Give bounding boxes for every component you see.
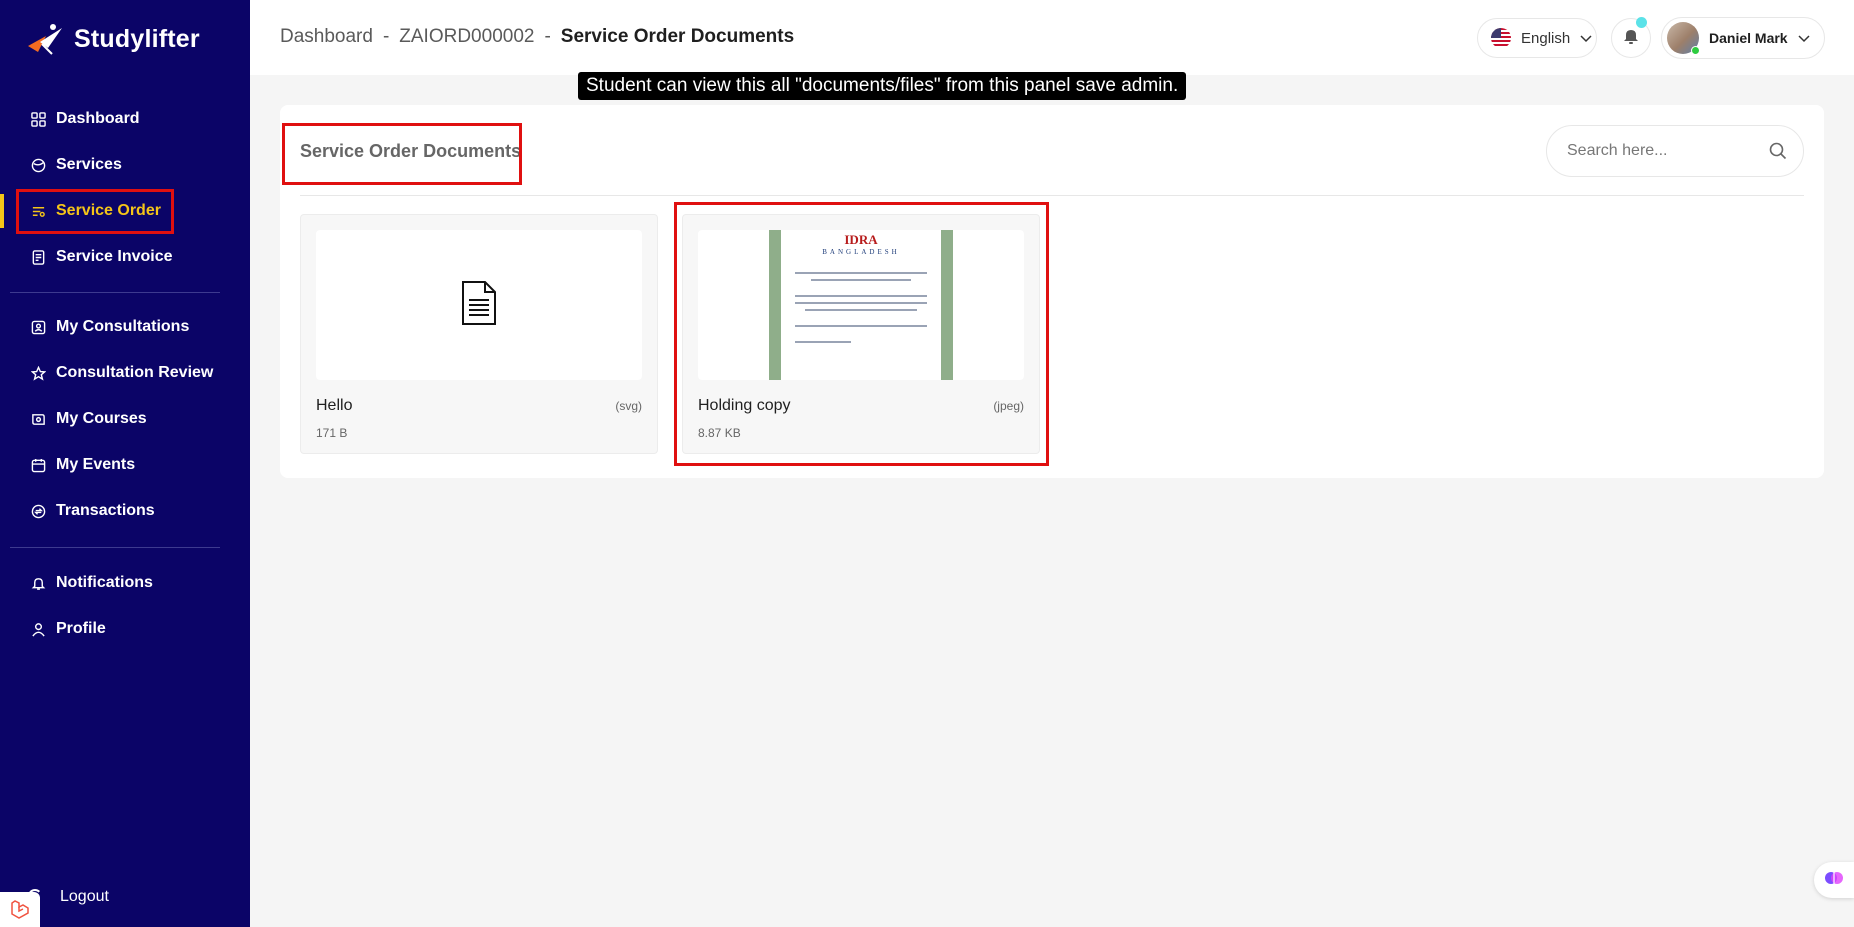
brand-logo-icon	[28, 24, 62, 55]
highlight-box-document	[674, 202, 1049, 466]
document-size: 171 B	[316, 426, 348, 440]
chevron-down-icon	[1798, 30, 1810, 46]
document-preview[interactable]	[316, 230, 642, 380]
breadcrumb-separator: -	[544, 26, 551, 47]
language-label: English	[1521, 29, 1571, 47]
annotation-tooltip: Student can view this all "documents/fil…	[578, 72, 1187, 100]
sidebar-item-my-consultations[interactable]: My Consultations	[0, 304, 250, 350]
course-icon	[30, 411, 46, 427]
breadcrumb-dashboard[interactable]: Dashboard	[280, 26, 373, 48]
nav-learning: My Consultations Consultation Review My …	[0, 304, 250, 534]
grid-icon	[30, 111, 46, 127]
sidebar: Studylifter Dashboard Services Service O…	[0, 0, 250, 927]
sidebar-item-label: My Courses	[56, 410, 147, 427]
chevron-down-icon	[1580, 30, 1592, 47]
search-icon[interactable]	[1769, 142, 1787, 165]
sidebar-item-transactions[interactable]: Transactions	[0, 488, 250, 534]
documents-card: Service Order Documents Hello (svg) 171 …	[280, 105, 1824, 478]
avatar	[1667, 22, 1700, 55]
brand[interactable]: Studylifter	[26, 22, 200, 56]
sidebar-item-services[interactable]: Services	[0, 142, 250, 188]
file-icon	[461, 280, 497, 331]
assistant-button[interactable]	[1814, 862, 1854, 898]
document-card[interactable]: Hello (svg) 171 B	[300, 214, 658, 454]
sidebar-item-label: Transactions	[56, 502, 155, 519]
transaction-icon	[30, 503, 46, 519]
breadcrumb: Dashboard - ZAIORD000002 - Service Order…	[280, 26, 794, 48]
sidebar-item-label: My Consultations	[56, 318, 190, 335]
sidebar-item-label: Profile	[56, 620, 106, 637]
user-icon	[30, 621, 46, 637]
sidebar-item-consultation-review[interactable]: Consultation Review	[0, 350, 250, 396]
search-input[interactable]	[1567, 142, 1757, 160]
sidebar-divider	[10, 547, 220, 548]
us-flag-icon	[1491, 28, 1511, 48]
breadcrumb-current: Service Order Documents	[560, 26, 795, 47]
laravel-debug-icon[interactable]	[0, 892, 40, 927]
user-menu[interactable]: Daniel Mark	[1661, 17, 1825, 59]
star-icon	[30, 365, 46, 381]
breadcrumb-separator: -	[382, 26, 390, 47]
sidebar-item-label: Consultation Review	[56, 364, 214, 381]
user-card-icon	[30, 319, 46, 335]
calendar-icon	[30, 457, 46, 473]
highlight-box-title	[282, 123, 522, 185]
language-selector[interactable]: English	[1477, 18, 1597, 58]
user-name: Daniel Mark	[1709, 30, 1788, 46]
nav-main: Dashboard Services Service Order Service…	[0, 96, 250, 280]
sidebar-item-my-events[interactable]: My Events	[0, 442, 250, 488]
notification-badge	[1636, 17, 1647, 28]
top-header: Dashboard - ZAIORD000002 - Service Order…	[250, 0, 1854, 75]
invoice-icon	[30, 249, 46, 265]
sidebar-item-my-courses[interactable]: My Courses	[0, 396, 250, 442]
document-name: Hello	[316, 397, 353, 414]
sidebar-item-service-invoice[interactable]: Service Invoice	[0, 234, 250, 280]
globe-icon	[30, 157, 46, 173]
highlight-box-service-order	[16, 189, 174, 234]
document-extension: (svg)	[615, 399, 642, 413]
search-box	[1546, 125, 1804, 177]
sidebar-divider	[10, 292, 220, 293]
brain-icon	[1824, 868, 1844, 893]
bell-icon	[30, 575, 46, 591]
sidebar-item-label: Notifications	[56, 574, 153, 591]
sidebar-item-profile[interactable]: Profile	[0, 606, 250, 652]
nav-account: Notifications Profile	[0, 560, 250, 652]
sidebar-item-label: Services	[56, 156, 122, 173]
sidebar-item-label: My Events	[56, 456, 136, 473]
sidebar-item-label: Dashboard	[56, 110, 140, 127]
sidebar-item-dashboard[interactable]: Dashboard	[0, 96, 250, 142]
logout-button[interactable]: Logout	[60, 888, 109, 906]
brand-name: Studylifter	[74, 24, 200, 53]
sidebar-item-label: Service Invoice	[56, 248, 173, 265]
breadcrumb-order-id[interactable]: ZAIORD000002	[399, 26, 534, 48]
card-divider	[300, 195, 1804, 196]
bell-icon	[1623, 27, 1639, 50]
online-status-icon	[1691, 46, 1700, 55]
sidebar-item-notifications[interactable]: Notifications	[0, 560, 250, 606]
